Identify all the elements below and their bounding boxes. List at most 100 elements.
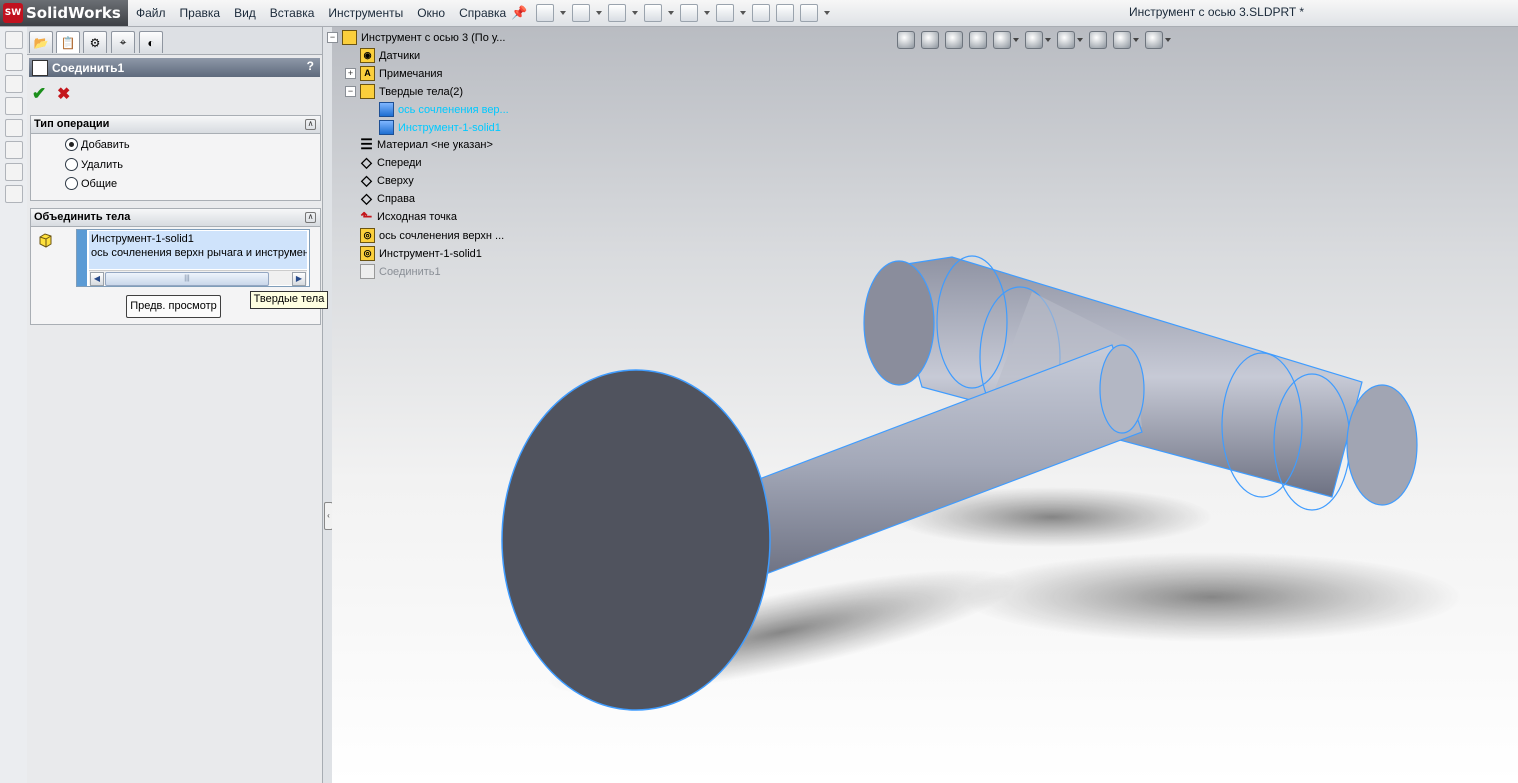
apply-scene-icon[interactable] (1113, 31, 1131, 49)
radio-subtract[interactable]: Удалить (65, 158, 123, 171)
collapse-chevron-icon[interactable]: ∧ (305, 212, 316, 223)
menu-file[interactable]: Файл (136, 6, 166, 20)
dim-xpert-tab[interactable]: ⌖ (111, 31, 135, 53)
save-dropdown-icon[interactable] (632, 11, 638, 15)
tree-item-body-axis[interactable]: ось сочленения вер... (379, 102, 509, 117)
menu-edit[interactable]: Правка (180, 6, 221, 20)
section-view-icon[interactable] (969, 31, 987, 49)
combine-feature-icon (32, 59, 48, 76)
view-orientation-icon[interactable] (993, 31, 1011, 49)
tree-root[interactable]: Инструмент с осью 3 (По у... (342, 30, 505, 45)
loft-icon[interactable] (5, 141, 23, 159)
list-item[interactable]: Инструмент-1-solid1 (91, 233, 307, 245)
horizontal-scrollbar[interactable]: ◀ ||| ▶ (89, 270, 307, 286)
preview-button[interactable]: Предв. просмотр (126, 295, 221, 318)
open-dropdown-icon[interactable] (596, 11, 602, 15)
graphics-area[interactable] (332, 27, 1518, 783)
sweep-icon[interactable] (5, 119, 23, 137)
bodies-selection-list[interactable]: Инструмент-1-solid1 ось сочленения верхн… (76, 229, 310, 287)
previous-view-icon[interactable] (945, 31, 963, 49)
view-settings-icon[interactable] (1145, 31, 1163, 49)
tree-item-imported-axis[interactable]: ◎ ось сочленения верхн ... (360, 228, 504, 243)
apply-scene-dropdown-icon[interactable] (1133, 38, 1139, 42)
tree-item-material[interactable]: ☰ Материал <не указан> (360, 136, 493, 152)
revolve-icon[interactable] (5, 97, 23, 115)
solid-body-icon (379, 120, 394, 135)
model-viewport[interactable] (332, 27, 1518, 783)
zoom-to-area-icon[interactable] (921, 31, 939, 49)
ok-button[interactable]: ✔ (32, 84, 46, 104)
undo-icon[interactable] (680, 4, 698, 22)
help-icon[interactable]: ? (307, 59, 314, 73)
tree-item-front-plane[interactable]: ◇ Спереди (360, 155, 421, 169)
configuration-manager-tab[interactable]: ⚙ (83, 31, 107, 53)
list-item[interactable]: ось сочленения верхн рычага и инструмент… (91, 247, 307, 259)
tree-item-body-tool[interactable]: Инструмент-1-solid1 (379, 120, 501, 135)
open-icon[interactable] (572, 4, 590, 22)
radio-common-circle[interactable] (65, 177, 78, 190)
solid-body-icon (39, 233, 52, 248)
tree-collapse-icon[interactable]: − (327, 32, 338, 43)
zoom-to-fit-icon[interactable] (897, 31, 915, 49)
menu-view[interactable]: Вид (234, 6, 256, 20)
print-dropdown-icon[interactable] (668, 11, 674, 15)
rebuild-icon[interactable] (752, 4, 770, 22)
cancel-button[interactable]: ✖ (57, 84, 70, 104)
display-manager-tab[interactable]: ◐ (139, 31, 163, 53)
select-dropdown-icon[interactable] (740, 11, 746, 15)
view-orientation-dropdown-icon[interactable] (1013, 38, 1019, 42)
property-manager-panel: 📂 📋 ⚙ ⌖ ◐ Соединить1 ? ✔ ✖ Тип операции … (27, 27, 323, 783)
property-manager-tab[interactable]: 📋 (56, 31, 80, 53)
select-icon[interactable] (716, 4, 734, 22)
combine-bodies-header[interactable]: Объединить тела ∧ (31, 209, 320, 227)
operation-type-header[interactable]: Тип операции ∧ (31, 116, 320, 134)
pin-menu-icon[interactable]: 📌 (511, 5, 527, 21)
tree-expand-icon[interactable]: + (345, 68, 356, 79)
menu-tools[interactable]: Инструменты (328, 6, 403, 20)
file-properties-icon[interactable] (776, 4, 794, 22)
extrude-icon[interactable] (5, 75, 23, 93)
smart-dimension-icon[interactable] (5, 53, 23, 71)
edit-appearance-icon[interactable] (1089, 31, 1107, 49)
scroll-right-icon[interactable]: ▶ (292, 272, 306, 286)
fillet-icon[interactable] (5, 163, 23, 181)
new-document-icon[interactable] (536, 4, 554, 22)
display-style-dropdown-icon[interactable] (1045, 38, 1051, 42)
radio-subtract-circle[interactable] (65, 158, 78, 171)
tree-item-imported-tool[interactable]: ◎ Инструмент-1-solid1 (360, 246, 482, 261)
display-style-icon[interactable] (1025, 31, 1043, 49)
tree-item-sensors[interactable]: ◉ Датчики (360, 48, 420, 63)
reference-geometry-icon[interactable] (5, 185, 23, 203)
solidworks-logo[interactable]: SW SolidWorks (0, 0, 128, 26)
menu-help[interactable]: Справка (459, 6, 506, 20)
tree-item-right-plane[interactable]: ◇ Справа (360, 191, 415, 205)
feature-manager-tab[interactable]: 📂 (29, 31, 53, 53)
view-settings-dropdown-icon[interactable] (1165, 38, 1171, 42)
collapse-chevron-icon[interactable]: ∧ (305, 119, 316, 130)
menu-insert[interactable]: Вставка (270, 6, 315, 20)
tree-item-top-plane[interactable]: ◇ Сверху (360, 173, 414, 187)
scroll-left-icon[interactable]: ◀ (90, 272, 104, 286)
radio-add[interactable]: Добавить (65, 138, 130, 151)
tree-item-solid-bodies[interactable]: Твердые тела(2) (360, 84, 463, 99)
options-icon[interactable] (800, 4, 818, 22)
sketch-icon[interactable] (5, 31, 23, 49)
material-icon: ☰ (360, 136, 373, 152)
hide-show-dropdown-icon[interactable] (1077, 38, 1083, 42)
menu-window[interactable]: Окно (417, 6, 445, 20)
annotation-icon: A (360, 66, 375, 81)
print-icon[interactable] (644, 4, 662, 22)
quick-access-toolbar (536, 3, 830, 23)
tree-item-origin[interactable]: ⬑ Исходная точка (360, 209, 457, 223)
radio-common[interactable]: Общие (65, 177, 117, 190)
undo-dropdown-icon[interactable] (704, 11, 710, 15)
save-icon[interactable] (608, 4, 626, 22)
scroll-thumb[interactable]: ||| (105, 272, 269, 286)
tree-collapse-icon[interactable]: − (345, 86, 356, 97)
options-dropdown-icon[interactable] (824, 11, 830, 15)
radio-add-circle[interactable] (65, 138, 78, 151)
hide-show-items-icon[interactable] (1057, 31, 1075, 49)
tree-item-combine[interactable]: Соединить1 (360, 264, 441, 279)
tree-item-annotations[interactable]: A Примечания (360, 66, 443, 81)
new-dropdown-icon[interactable] (560, 11, 566, 15)
